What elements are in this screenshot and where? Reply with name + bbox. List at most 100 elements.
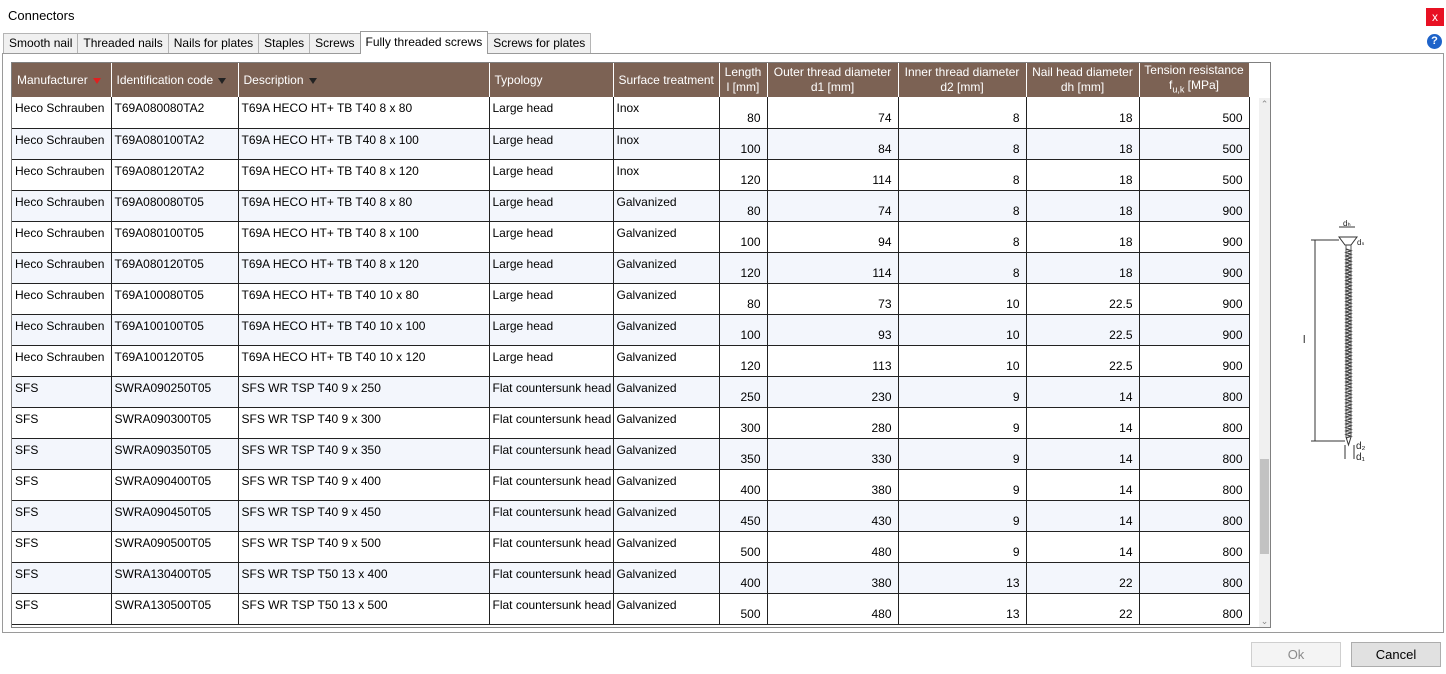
cell-surface-treatment[interactable]: Galvanized (613, 438, 720, 470)
cell-description[interactable]: T69A HECO HT+ TB T40 8 x 120 (238, 252, 490, 284)
cell-description[interactable]: SFS WR TSP T50 13 x 500 (238, 593, 490, 625)
cell-outer-diameter[interactable]: 230 (767, 376, 899, 408)
cell-inner-diameter[interactable]: 10 (898, 283, 1027, 315)
cell-identification-code[interactable]: SWRA090300T05 (111, 407, 239, 439)
tab-smooth-nail[interactable]: Smooth nail (3, 33, 79, 54)
cell-description[interactable]: T69A HECO HT+ TB T40 8 x 100 (238, 128, 490, 160)
cell-surface-treatment[interactable]: Galvanized (613, 190, 720, 222)
cell-manufacturer[interactable]: SFS (12, 531, 112, 563)
cell-typology[interactable]: Flat countersunk head (489, 531, 614, 563)
tab-screws[interactable]: Screws (309, 33, 361, 54)
cell-length[interactable]: 400 (719, 469, 768, 501)
cell-manufacturer[interactable]: SFS (12, 500, 112, 532)
tab-nails-for-plates[interactable]: Nails for plates (167, 33, 260, 54)
cell-head-diameter[interactable]: 14 (1026, 469, 1140, 501)
cell-head-diameter[interactable]: 14 (1026, 500, 1140, 532)
cell-inner-diameter[interactable]: 8 (898, 252, 1027, 284)
cell-tension-resistance[interactable]: 800 (1139, 407, 1250, 439)
cell-identification-code[interactable]: SWRA090450T05 (111, 500, 239, 532)
cancel-button[interactable]: Cancel (1351, 642, 1441, 667)
cell-tension-resistance[interactable]: 800 (1139, 438, 1250, 470)
cell-manufacturer[interactable]: SFS (12, 593, 112, 625)
cell-head-diameter[interactable]: 14 (1026, 531, 1140, 563)
cell-length[interactable]: 120 (719, 252, 768, 284)
header-tension-resistance[interactable]: Tension resistance fu,k [MPa] (1139, 63, 1250, 98)
table-row[interactable]: SFS SWRA090300T05 SFS WR TSP T40 9 x 300 Fl… (12, 407, 1250, 439)
cell-head-diameter[interactable]: 18 (1026, 159, 1140, 191)
cell-length[interactable]: 80 (719, 283, 768, 315)
cell-tension-resistance[interactable]: 900 (1139, 345, 1250, 377)
cell-manufacturer[interactable]: Heco Schrauben (12, 159, 112, 191)
cell-typology[interactable]: Large head (489, 345, 614, 377)
scroll-up-icon[interactable]: ⌃ (1259, 98, 1270, 110)
cell-description[interactable]: T69A HECO HT+ TB T40 8 x 80 (238, 190, 490, 222)
cell-surface-treatment[interactable]: Inox (613, 97, 720, 129)
table-row[interactable]: Heco Schrauben T69A100100T05 T69A HECO HT+… (12, 314, 1250, 346)
cell-inner-diameter[interactable]: 10 (898, 314, 1027, 346)
ok-button[interactable]: Ok (1251, 642, 1341, 667)
cell-length[interactable]: 100 (719, 128, 768, 160)
header-inner-thread-diameter[interactable]: Inner thread diameter d2 [mm] (898, 63, 1027, 98)
tab-screws-for-plates[interactable]: Screws for plates (487, 33, 592, 54)
cell-typology[interactable]: Large head (489, 283, 614, 315)
table-row[interactable]: Heco Schrauben T69A100080T05 T69A HECO HT+… (12, 283, 1250, 315)
cell-typology[interactable]: Flat countersunk head (489, 562, 614, 594)
cell-length[interactable]: 500 (719, 593, 768, 625)
cell-identification-code[interactable]: SWRA130400T05 (111, 562, 239, 594)
table-row[interactable]: SFS SWRA090500T05 SFS WR TSP T40 9 x 500 Fl… (12, 531, 1250, 563)
cell-outer-diameter[interactable]: 94 (767, 221, 899, 253)
table-row[interactable]: SFS SWRA130500T05 SFS WR TSP T50 13 x 500 F… (12, 593, 1250, 625)
table-row[interactable]: SFS SWRA090450T05 SFS WR TSP T40 9 x 450 Fl… (12, 500, 1250, 532)
cell-length[interactable]: 450 (719, 500, 768, 532)
cell-description[interactable]: SFS WR TSP T40 9 x 400 (238, 469, 490, 501)
cell-length[interactable]: 100 (719, 221, 768, 253)
cell-length[interactable]: 100 (719, 314, 768, 346)
cell-identification-code[interactable]: T69A080120T05 (111, 252, 239, 284)
cell-typology[interactable]: Flat countersunk head (489, 376, 614, 408)
cell-length[interactable]: 120 (719, 159, 768, 191)
cell-length[interactable]: 250 (719, 376, 768, 408)
cell-typology[interactable]: Large head (489, 252, 614, 284)
cell-surface-treatment[interactable]: Galvanized (613, 562, 720, 594)
cell-identification-code[interactable]: T69A080120TA2 (111, 159, 239, 191)
cell-manufacturer[interactable]: Heco Schrauben (12, 97, 112, 129)
table-row[interactable]: SFS SWRA090350T05 SFS WR TSP T40 9 x 350 Fl… (12, 438, 1250, 470)
cell-length[interactable]: 80 (719, 97, 768, 129)
cell-description[interactable]: SFS WR TSP T40 9 x 300 (238, 407, 490, 439)
cell-identification-code[interactable]: T69A080100T05 (111, 221, 239, 253)
cell-inner-diameter[interactable]: 8 (898, 128, 1027, 160)
vertical-scrollbar[interactable]: ⌃ ⌄ (1259, 98, 1270, 627)
header-length[interactable]: Length l [mm] (719, 63, 768, 98)
cell-inner-diameter[interactable]: 8 (898, 221, 1027, 253)
cell-surface-treatment[interactable]: Galvanized (613, 407, 720, 439)
cell-length[interactable]: 500 (719, 531, 768, 563)
header-surface-treatment[interactable]: Surface treatment (613, 63, 720, 98)
cell-manufacturer[interactable]: Heco Schrauben (12, 345, 112, 377)
cell-outer-diameter[interactable]: 74 (767, 190, 899, 222)
cell-inner-diameter[interactable]: 8 (898, 159, 1027, 191)
cell-inner-diameter[interactable]: 8 (898, 97, 1027, 129)
cell-manufacturer[interactable]: Heco Schrauben (12, 221, 112, 253)
cell-tension-resistance[interactable]: 800 (1139, 376, 1250, 408)
cell-tension-resistance[interactable]: 500 (1139, 97, 1250, 129)
cell-typology[interactable]: Flat countersunk head (489, 593, 614, 625)
cell-inner-diameter[interactable]: 9 (898, 531, 1027, 563)
cell-manufacturer[interactable]: Heco Schrauben (12, 190, 112, 222)
cell-surface-treatment[interactable]: Galvanized (613, 500, 720, 532)
cell-inner-diameter[interactable]: 9 (898, 438, 1027, 470)
close-button[interactable]: x (1426, 8, 1444, 26)
cell-description[interactable]: T69A HECO HT+ TB T40 10 x 80 (238, 283, 490, 315)
cell-tension-resistance[interactable]: 900 (1139, 190, 1250, 222)
cell-outer-diameter[interactable]: 84 (767, 128, 899, 160)
cell-length[interactable]: 80 (719, 190, 768, 222)
cell-outer-diameter[interactable]: 113 (767, 345, 899, 377)
cell-typology[interactable]: Large head (489, 128, 614, 160)
cell-identification-code[interactable]: SWRA090250T05 (111, 376, 239, 408)
cell-head-diameter[interactable]: 18 (1026, 221, 1140, 253)
cell-inner-diameter[interactable]: 13 (898, 562, 1027, 594)
cell-inner-diameter[interactable]: 10 (898, 345, 1027, 377)
cell-outer-diameter[interactable]: 480 (767, 593, 899, 625)
cell-tension-resistance[interactable]: 900 (1139, 252, 1250, 284)
header-description[interactable]: Description (238, 63, 490, 98)
scroll-thumb[interactable] (1260, 458, 1269, 554)
